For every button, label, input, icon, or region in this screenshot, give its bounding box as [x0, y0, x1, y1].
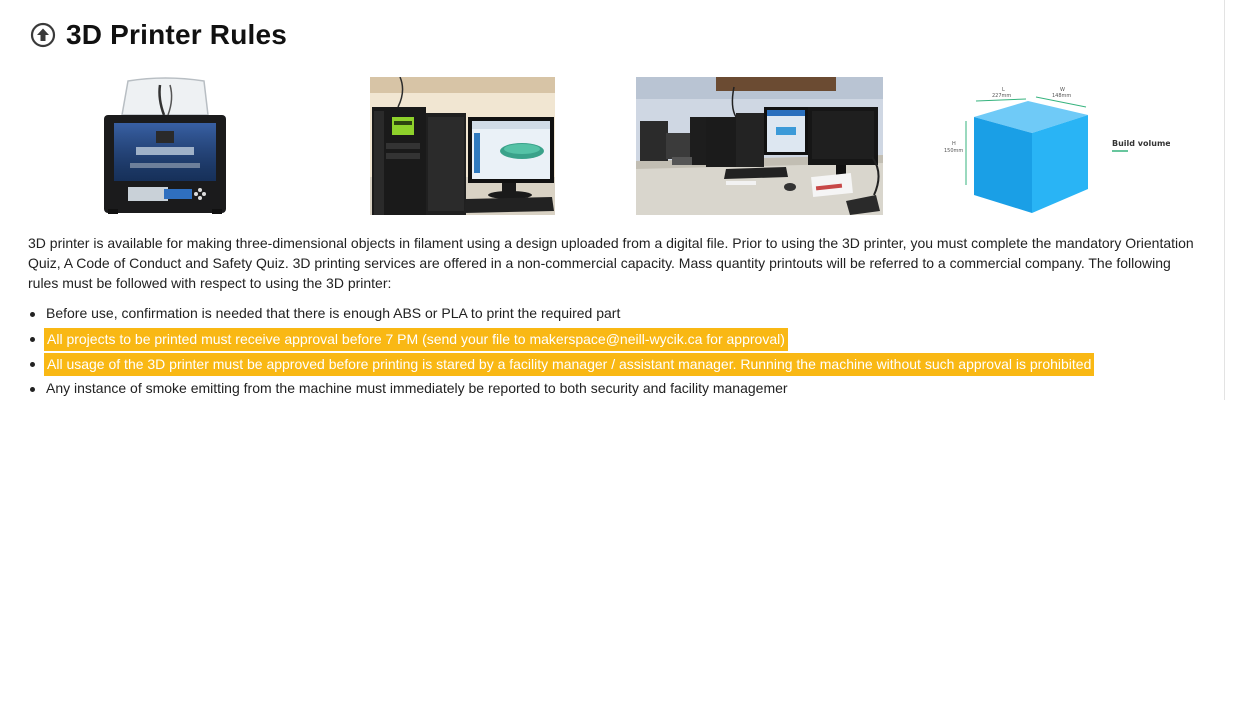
build-volume-diagram: L 227mm W 148mm H 150mm Build volume [940, 77, 1170, 215]
rules-list: Before use, confirmation is needed that … [28, 303, 1208, 403]
rule-item: Before use, confirmation is needed that … [28, 303, 1208, 328]
3d-printer-photo [100, 77, 230, 215]
rule-text-highlighted: All usage of the 3D printer must be appr… [44, 353, 1095, 376]
rule-item: All usage of the 3D printer must be appr… [28, 353, 1208, 378]
rule-text: Before use, confirmation is needed that … [46, 305, 621, 321]
rule-item: All projects to be printed must receive … [28, 328, 1208, 353]
section-header: 3D Printer Rules [30, 15, 287, 55]
circle-arrow-up-icon[interactable] [30, 22, 56, 48]
page: 3D Printer Rules L 227mm W 148mm H 150mm… [0, 0, 1251, 704]
workstation-photo [370, 77, 555, 215]
description-paragraph: 3D printer is available for making three… [28, 235, 1194, 291]
width-value: 148mm [1052, 93, 1071, 99]
rule-text: Any instance of smoke emitting from the … [46, 380, 788, 396]
rule-text-highlighted: All projects to be printed must receive … [44, 328, 788, 351]
length-value: 227mm [992, 93, 1011, 99]
workspace-photo [636, 77, 883, 215]
build-volume-label: Build volume [1112, 139, 1170, 148]
content-divider [1224, 0, 1225, 400]
rule-item: Any instance of smoke emitting from the … [28, 378, 1208, 403]
height-label: H [952, 141, 956, 147]
height-value: 150mm [944, 148, 963, 154]
page-title: 3D Printer Rules [66, 19, 288, 50]
